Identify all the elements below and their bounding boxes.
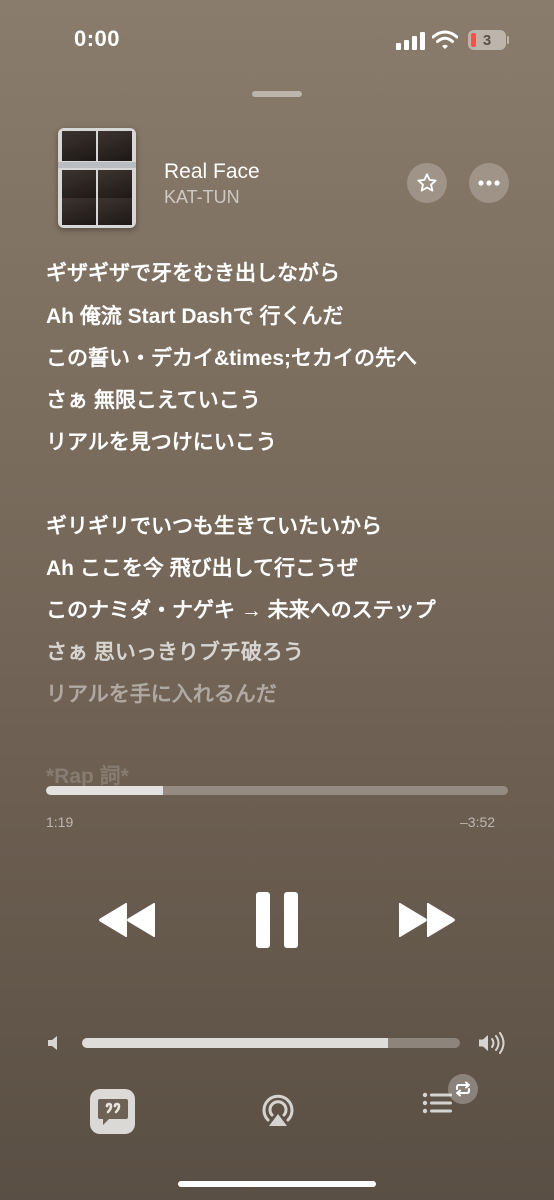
- airplay-icon: [262, 1094, 294, 1126]
- repeat-icon: [456, 1081, 470, 1097]
- pause-icon: [256, 892, 298, 948]
- battery-cap: [507, 36, 509, 44]
- battery-level: 3: [482, 31, 492, 49]
- lyric-line[interactable]: このナミダ・ナゲキ → 未来へのステップ: [46, 598, 436, 624]
- lyric-line[interactable]: Ah ここを今 飛び出して行こうぜ: [46, 556, 358, 582]
- previous-icon: [99, 902, 155, 938]
- more-button[interactable]: [469, 163, 509, 203]
- lyric-line[interactable]: Ah 俺流 Start Dashで 行くんだ: [46, 304, 344, 330]
- volume-high-icon: [479, 1032, 505, 1054]
- repeat-badge: [448, 1074, 478, 1104]
- lyric-line[interactable]: この誓い・デカイ&times;セカイの先へ: [46, 346, 417, 372]
- song-artist[interactable]: KAT-TUN: [164, 187, 240, 208]
- home-indicator[interactable]: [178, 1181, 376, 1187]
- favorite-button[interactable]: [407, 163, 447, 203]
- elapsed-time: 1:19: [46, 814, 74, 830]
- airplay-button[interactable]: [256, 1090, 300, 1130]
- lyric-line[interactable]: リアルを見つけにいこう: [46, 430, 277, 456]
- lyrics-icon: [97, 1098, 128, 1125]
- battery-icon: 3: [468, 30, 506, 50]
- volume-fill: [82, 1038, 389, 1048]
- pause-button[interactable]: [252, 890, 302, 950]
- volume-slider[interactable]: [82, 1038, 460, 1048]
- lyric-line[interactable]: ギリギリでいつも生きていたいから: [46, 514, 382, 540]
- lyric-line[interactable]: ギザギザで牙をむき出しながら: [46, 261, 340, 287]
- remaining-time: –3:52: [460, 814, 496, 830]
- playback-scrubber[interactable]: [46, 786, 508, 795]
- lyric-line[interactable]: リアルを手に入れるんだ: [46, 682, 277, 708]
- playback-progress-fill: [46, 786, 163, 795]
- lyric-line[interactable]: さぁ 無限こえていこう: [46, 388, 261, 414]
- previous-button[interactable]: [96, 898, 158, 942]
- next-icon: [399, 902, 455, 938]
- sheet-grabber[interactable]: [252, 91, 302, 97]
- next-button[interactable]: [396, 898, 458, 942]
- album-art[interactable]: [58, 128, 136, 228]
- lyric-line[interactable]: さぁ 思いっきりブチ破ろう: [46, 640, 304, 666]
- volume-low-icon: [48, 1036, 57, 1050]
- lyrics-button[interactable]: [90, 1089, 135, 1134]
- song-title: Real Face: [164, 160, 260, 183]
- more-icon: [478, 180, 500, 186]
- star-icon: [417, 173, 437, 192]
- status-time: 0:00: [74, 26, 121, 51]
- wifi-icon: [432, 30, 458, 49]
- signal-icon: [396, 32, 425, 50]
